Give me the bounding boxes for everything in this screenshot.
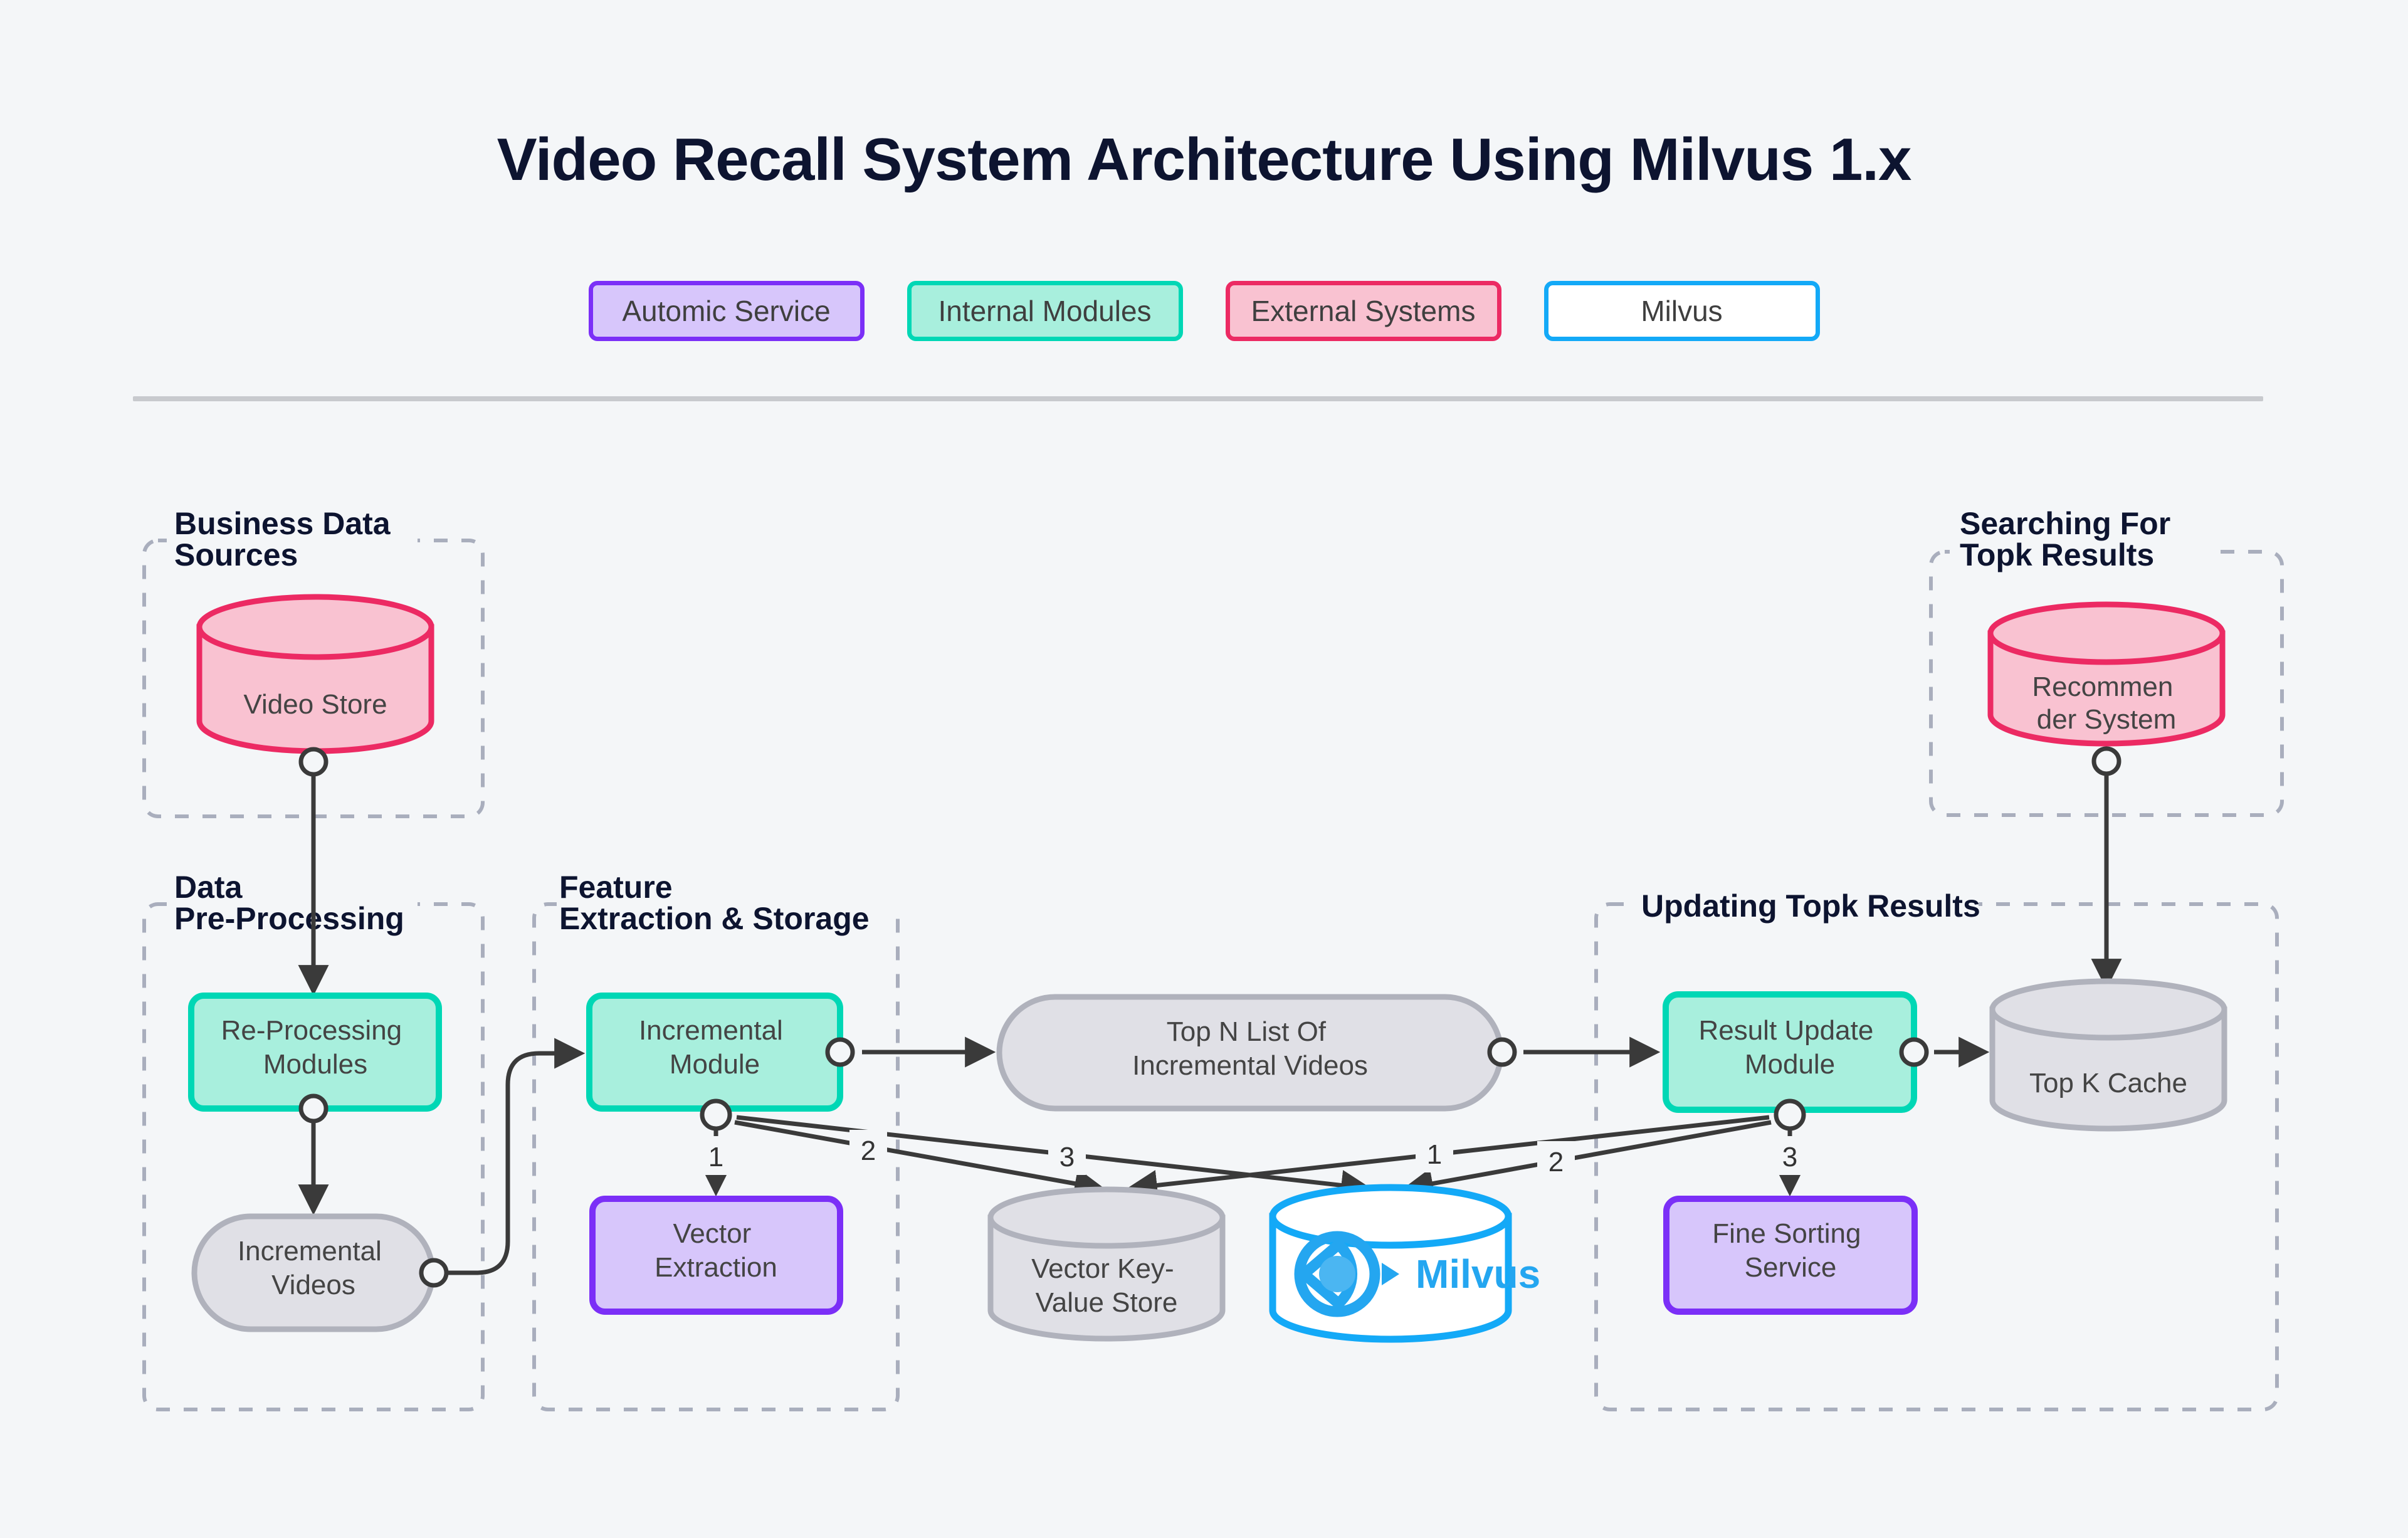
node-label: Top K Cache: [2029, 1068, 2187, 1098]
diagram-page: Video Recall System Architecture Using M…: [0, 0, 2408, 1538]
node-recommender-system[interactable]: Recommen der System: [1987, 601, 2226, 747]
port-result-update-right: [1899, 1037, 1929, 1067]
node-fine-sorting-service[interactable]: Fine Sorting Service: [1663, 1196, 1918, 1315]
node-vector-extraction[interactable]: Vector Extraction: [589, 1196, 843, 1315]
node-vector-key-value-store[interactable]: Vector Key- Value Store: [987, 1186, 1226, 1342]
edge-incremental-module-to-kv-store: [734, 1120, 1106, 1199]
port-incremental-videos-out: [419, 1258, 449, 1288]
node-video-store[interactable]: Video Store: [196, 594, 434, 754]
node-top-n-list[interactable]: Top N List Of Incremental Videos: [996, 994, 1504, 1112]
node-label: Video Store: [243, 689, 387, 720]
edge-incremental-videos-to-incremental-module: [433, 1038, 586, 1275]
subgraph-updating-topk-results: [1594, 902, 2279, 1411]
edge-result-update-module-to-milvus: [1402, 1120, 1772, 1199]
port-incremental-module-bottom: [700, 1098, 732, 1131]
port-recommender-system-out: [2091, 746, 2121, 776]
port-top-n-list-right: [1487, 1037, 1517, 1067]
node-incremental-module[interactable]: Incremental Module: [586, 993, 843, 1112]
edge-label-1-left: 1: [708, 1142, 723, 1172]
port-result-update-bottom: [1774, 1098, 1806, 1131]
edge-label-1-right: 1: [1427, 1139, 1442, 1170]
milvus-wordmark: Milvus: [1416, 1251, 1540, 1297]
node-result-update-module[interactable]: Result Update Module: [1663, 991, 1917, 1113]
port-reprocessing-out: [298, 1093, 329, 1124]
architecture-canvas: Business Data Sources Searching For Topk…: [142, 502, 2284, 1411]
edge-label-2-right: 2: [1548, 1147, 1564, 1177]
port-video-store-out: [298, 747, 329, 777]
node-milvus[interactable]: Milvus: [1269, 1184, 1540, 1343]
edge-label-3-left: 3: [1059, 1142, 1075, 1172]
edge-label-3-right: 3: [1782, 1142, 1797, 1172]
port-incremental-module-right: [825, 1037, 855, 1067]
node-top-k-cache[interactable]: Top K Cache: [1989, 978, 2227, 1132]
node-reprocessing-modules[interactable]: Re-Processing Modules: [188, 993, 442, 1112]
edge-label-2-left: 2: [861, 1135, 876, 1166]
subgraph-title-searching-for-topk-results: Searching For Topk Results: [1960, 506, 2179, 572]
subgraph-title-updating-topk-results: Updating Topk Results: [1641, 888, 1980, 924]
node-incremental-videos[interactable]: Incremental Videos: [191, 1213, 436, 1332]
